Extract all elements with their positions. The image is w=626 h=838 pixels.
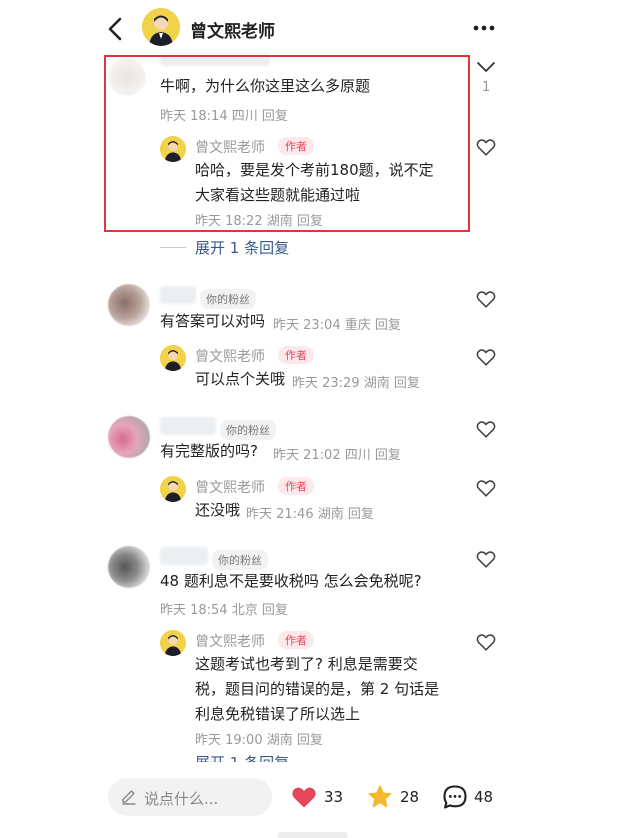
comment-text: 有答案可以对吗	[160, 312, 266, 330]
reply-author-name[interactable]: 曾文熙老师	[195, 346, 265, 366]
comment-total: 48	[474, 788, 494, 806]
author-tag: 作者	[278, 346, 314, 364]
comment-bubble-icon[interactable]	[441, 783, 469, 811]
like-button[interactable]	[475, 346, 497, 368]
author-avatar[interactable]	[142, 8, 180, 46]
fan-badge: 你的粉丝	[220, 420, 276, 440]
comment-input[interactable]: 说点什么...	[108, 778, 272, 816]
collapse-button[interactable]	[475, 56, 497, 78]
heart-outline-icon	[476, 551, 496, 568]
back-button[interactable]	[100, 14, 130, 44]
heart-filled-icon[interactable]	[290, 783, 318, 811]
person-icon	[142, 8, 180, 46]
expand-replies-link[interactable]: 展开 1 条回复	[195, 237, 289, 258]
top-bar: 曾文熙老师	[0, 0, 626, 56]
reply-text-line: 税，题目问的错误的是，第 2 句话是	[195, 680, 440, 698]
like-button[interactable]	[475, 548, 497, 570]
reply-meta: 昨天 21:46 湖南 回复	[246, 507, 374, 522]
commenter-name-blurred	[160, 417, 216, 435]
reply-meta: 昨天 23:29 湖南 回复	[292, 376, 420, 391]
heart-outline-icon	[476, 349, 496, 366]
reply-author-name[interactable]: 曾文熙老师	[195, 477, 265, 497]
more-dots-icon	[473, 25, 495, 31]
commenter-name-blurred	[160, 286, 196, 304]
like-button[interactable]	[475, 477, 497, 499]
commenter-avatar[interactable]	[108, 416, 150, 458]
heart-outline-icon	[476, 139, 496, 156]
reply-meta: 昨天 19:00 湖南 回复	[195, 733, 323, 748]
author-avatar[interactable]	[160, 476, 186, 502]
star-total: 28	[400, 788, 420, 806]
home-indicator	[278, 832, 348, 838]
bottom-bar: 说点什么... 33 28 48	[0, 762, 626, 838]
commenter-avatar[interactable]	[108, 546, 150, 588]
chevron-left-icon	[108, 17, 122, 41]
divider	[160, 247, 186, 248]
more-button[interactable]	[468, 14, 500, 42]
comment-meta: 昨天 21:02 四川 回复	[273, 448, 401, 463]
comment-meta: 昨天 23:04 重庆 回复	[273, 318, 401, 333]
heart-outline-icon	[476, 291, 496, 308]
commenter-avatar[interactable]	[108, 284, 150, 326]
like-button[interactable]	[475, 631, 497, 653]
author-tag: 作者	[278, 631, 314, 649]
pencil-icon	[122, 790, 136, 805]
reply-author-name[interactable]: 曾文熙老师	[195, 631, 265, 651]
star-filled-icon[interactable]	[366, 783, 394, 811]
heart-outline-icon	[476, 480, 496, 497]
like-count: 1	[482, 80, 491, 95]
comment-meta: 昨天 18:54 北京 回复	[160, 603, 288, 618]
like-button[interactable]	[475, 288, 497, 310]
like-total: 33	[324, 788, 344, 806]
highlight-box	[104, 55, 470, 232]
heart-outline-icon	[476, 421, 496, 438]
author-avatar[interactable]	[160, 345, 186, 371]
commenter-name-blurred	[160, 547, 208, 565]
reply-text-line: 利息免税错误了所以选上	[195, 705, 361, 723]
fan-badge: 你的粉丝	[200, 289, 256, 309]
comment-text: 48 题利息不是要收税吗 怎么会免税呢?	[160, 572, 422, 590]
heart-outline-icon	[476, 634, 496, 651]
author-avatar[interactable]	[160, 630, 186, 656]
like-button[interactable]	[475, 418, 497, 440]
chevron-down-icon	[477, 62, 495, 72]
comment-input-placeholder: 说点什么...	[144, 790, 219, 808]
person-icon	[160, 630, 186, 656]
person-icon	[160, 476, 186, 502]
comment-text: 有完整版的吗?	[160, 442, 258, 460]
page-title: 曾文熙老师	[190, 22, 275, 42]
reply-text: 可以点个关哦	[195, 370, 286, 388]
reply-text: 还没哦	[195, 501, 241, 519]
fan-badge: 你的粉丝	[212, 550, 268, 570]
reply-text-line: 这题考试也考到了? 利息是需要交	[195, 655, 418, 673]
person-icon	[160, 345, 186, 371]
like-button[interactable]	[475, 136, 497, 158]
author-tag: 作者	[278, 477, 314, 495]
